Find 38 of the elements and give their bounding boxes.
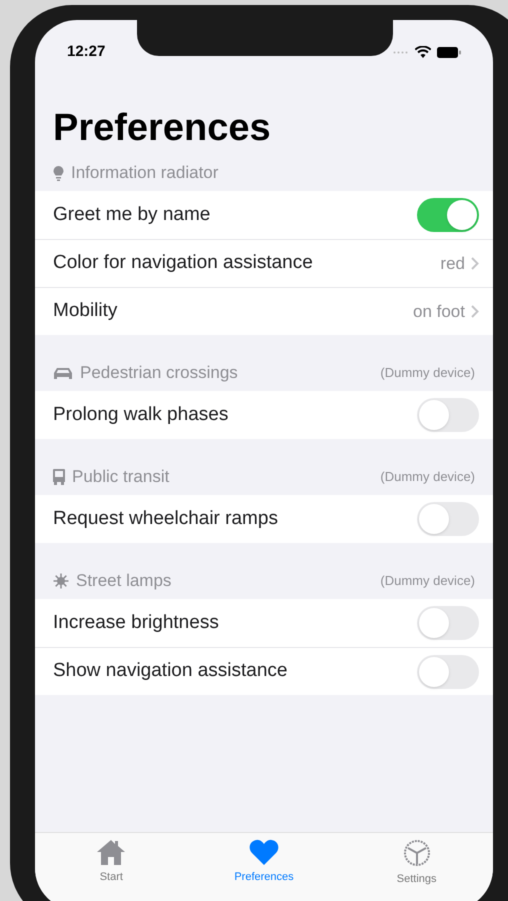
sun-icon (53, 573, 69, 589)
bus-icon (53, 469, 65, 485)
setting-label: Greet me by name (53, 202, 210, 227)
battery-icon (437, 46, 461, 58)
tab-item[interactable]: Settings (366, 839, 467, 888)
setting-label: Increase brightness (53, 610, 219, 635)
tab-item[interactable]: Start (61, 839, 162, 886)
page-title: Preferences (52, 109, 272, 147)
toggle-switch[interactable] (417, 502, 479, 536)
chevron-icon (471, 305, 479, 318)
toggle-switch[interactable] (417, 198, 479, 232)
car-icon (53, 366, 73, 380)
tab-item[interactable]: Preferences (214, 839, 314, 886)
section-header: Street lamps (76, 570, 172, 592)
toggle-switch[interactable] (417, 606, 479, 640)
setting-label: Prolong walk phases (53, 402, 228, 427)
toggle-switch[interactable] (417, 654, 479, 688)
section-header: Pedestrian crossings (80, 362, 238, 384)
disclosure-value[interactable]: on foot (413, 298, 479, 324)
toggle-switch[interactable] (417, 398, 479, 432)
home-icon (96, 839, 126, 865)
status-time: 12:27 (67, 42, 106, 62)
setting-label: Mobility (53, 299, 118, 324)
signal-dots-icon (393, 50, 409, 54)
setting-label: Request wheelchair ramps (53, 506, 278, 531)
section-note: (Dummy device) (380, 364, 475, 382)
section-note: (Dummy device) (380, 468, 475, 486)
steering-wheel-icon (402, 839, 431, 867)
wifi-icon (415, 46, 431, 58)
chevron-icon (471, 257, 479, 270)
section-header: Information radiator (71, 162, 218, 184)
setting-label: Show navigation assistance (53, 659, 288, 684)
setting-label: Color for navigation assistance (53, 251, 313, 276)
section-note: (Dummy device) (380, 572, 475, 590)
section-header: Public transit (72, 466, 170, 488)
disclosure-value[interactable]: red (440, 250, 479, 276)
heart-icon (248, 839, 279, 865)
lightbulb-icon (53, 166, 64, 180)
